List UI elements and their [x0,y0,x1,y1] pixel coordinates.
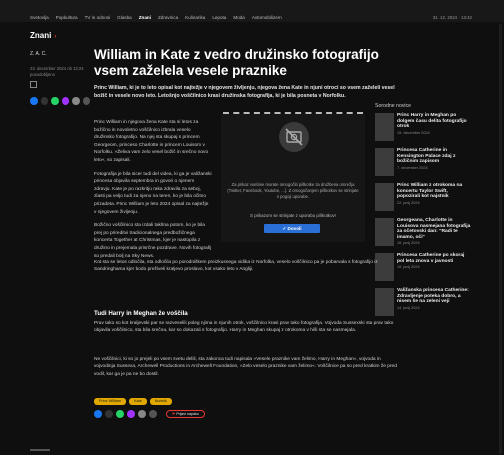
tag[interactable]: Kate [128,398,147,405]
messenger-icon[interactable] [127,410,135,418]
tag[interactable]: Princ William [94,398,126,405]
nav-item[interactable]: Zdravnica [158,13,178,22]
whatsapp-icon[interactable] [116,410,124,418]
nav-item[interactable]: Svetovlja [30,13,49,22]
body-paragraph: Kot sta se letos odločila, sta odločila … [94,260,378,273]
facebook-icon[interactable] [94,410,102,418]
article-subheading: Tudi Harry in Meghan že voščila [94,310,188,317]
article-meta: Z. A. C. 23. december 2024 ob 13:24 poso… [30,51,90,105]
email-icon[interactable] [72,97,80,105]
article-body-full: Prav tako so kot kraljevski par se razve… [94,320,398,341]
news-date: 22. junij 2024 [397,200,420,205]
news-texts: Georgeana, Charlotte in Louisova nasmeja… [397,218,471,253]
nav-item[interactable]: TV in odnosi [85,13,111,22]
facebook-icon[interactable] [30,97,38,105]
article-headline: William in Kate z vedro družinsko fotogr… [94,47,379,78]
whatsapp-icon[interactable] [51,97,59,105]
footer [30,449,50,451]
no-image-icon [279,122,309,152]
news-date: 16. junij 2024 [397,241,420,246]
flag-icon: ⚑ [172,412,176,416]
news-headline[interactable]: Princ Harry in Meghan po dolgem času del… [397,113,471,130]
cookie-consent-text: S prikazom se strinjate z uporabo piškot… [250,213,336,218]
placeholder-divider [223,112,363,114]
x-icon[interactable] [40,97,48,105]
article-lead: Princ William, ki je to leto opisal kot … [94,85,395,99]
news-thumbnail[interactable] [375,113,394,141]
allow-cookies-button[interactable]: ✓ Dovoli [264,224,320,233]
copy-link-icon[interactable] [149,410,157,418]
scrollbar[interactable] [499,24,502,454]
news-date: 7. december 2024 [397,165,428,170]
chevron-right-icon: › [54,34,57,40]
news-date: 14. junij 2024 [397,305,420,310]
cookie-notice-text: Za prikaz vsebine morate omogočiti piško… [227,182,359,200]
news-thumbnail[interactable] [375,218,394,246]
section-label: Znani [30,31,52,40]
news-texts: Princ Harry in Meghan po dolgem času del… [397,113,471,148]
nav-item[interactable]: Znani [139,13,151,22]
related-news-item[interactable]: Georgeana, Charlotte in Louisova nasmeja… [375,218,475,253]
news-thumbnail[interactable] [375,183,394,211]
related-news-item[interactable]: Valižanska princesa Catherine: Zdravljen… [375,288,475,323]
news-headline[interactable]: Princ William z otrokoma na koncertu Tay… [397,183,471,200]
nav-item[interactable]: Popkultura [56,13,78,22]
section-title[interactable]: Znani › [30,31,56,40]
main-nav: Svetovlja Popkultura TV in odnosi Glasba Zna… [30,13,282,22]
body-paragraph: Ne voščilnici, ki so jo prejeli po vsem … [94,357,397,377]
report-label: Prijavi napako [176,412,199,416]
nav-item[interactable]: Glasba [117,13,132,22]
tag[interactable]: Norfolk [149,398,172,405]
share-bar-bottom: ⚑ Prijavi napako [94,410,205,418]
related-news-item[interactable]: Princ William z otrokoma na koncertu Tay… [375,183,475,218]
news-thumbnail[interactable] [375,148,394,176]
tag-list: Princ William Kate Norfolk [94,398,172,405]
related-news-item[interactable]: Princ Harry in Meghan po dolgem času del… [375,113,475,148]
related-news-item[interactable]: Princesa Catherine in Kensington Palace … [375,148,475,183]
news-headline[interactable]: Valižanska princesa Catherine: Zdravljen… [397,288,471,305]
news-headline[interactable]: Princesa Catherine in Kensington Palace … [397,148,471,165]
article-body-left: Princ William in njegova žena Kate sta s… [94,119,212,266]
news-headline[interactable]: Georgeana, Charlotte in Louisova nasmeja… [397,218,471,240]
news-date: 15. junij 2024 [397,265,420,270]
body-paragraph: Fotografija je bila sicer tudi del videa… [94,171,212,215]
messenger-icon[interactable] [61,97,69,105]
nav-item[interactable]: Avtomobilizem [252,13,282,22]
body-paragraph: Princ William in njegova žena Kate sta s… [94,120,209,163]
bookmark-icon[interactable] [30,81,37,88]
related-news: Sorodne novice Princ Harry in Meghan po … [375,103,475,323]
body-paragraph: Božično voščilnico sta izdali takšna pot… [94,223,212,259]
header-date: 31. 12. 2024 · 13:42 [432,15,472,20]
news-headline[interactable]: Princesa Catherine po skoraj pol leta zn… [397,253,471,264]
nav-item[interactable]: Moda [233,13,245,22]
share-bar [30,97,90,105]
article-body-full: Ne voščilnici, ki so jo prejeli po vsem … [94,356,398,384]
news-texts: Valižanska princesa Catherine: Zdravljen… [397,288,471,323]
copy-link-icon[interactable] [82,97,90,105]
report-error-button[interactable]: ⚑ Prijavi napako [166,410,205,418]
nav-item[interactable]: Lepota [212,13,226,22]
news-texts: Princ William z otrokoma na koncertu Tay… [397,183,471,218]
x-icon[interactable] [105,410,113,418]
email-icon[interactable] [138,410,146,418]
news-texts: Princesa Catherine po skoraj pol leta zn… [397,253,471,288]
body-paragraph: Prav tako so kot kraljevski par se razve… [94,321,394,334]
update-label: posodobljeno [30,72,55,77]
news-texts: Princesa Catherine in Kensington Palace … [397,148,471,183]
news-thumbnail[interactable] [375,288,394,316]
news-date: 15. december 2024 [397,130,430,135]
related-news-title: Sorodne novice [375,103,412,109]
article-body-full: Kot sta se letos odločila, sta odločila … [94,259,398,280]
author[interactable]: Z. A. C. [30,51,90,57]
nav-item[interactable]: Kulinarika [185,13,205,22]
top-bar: Svetovlja Popkultura TV in odnosi Glasba Zna… [0,0,504,22]
